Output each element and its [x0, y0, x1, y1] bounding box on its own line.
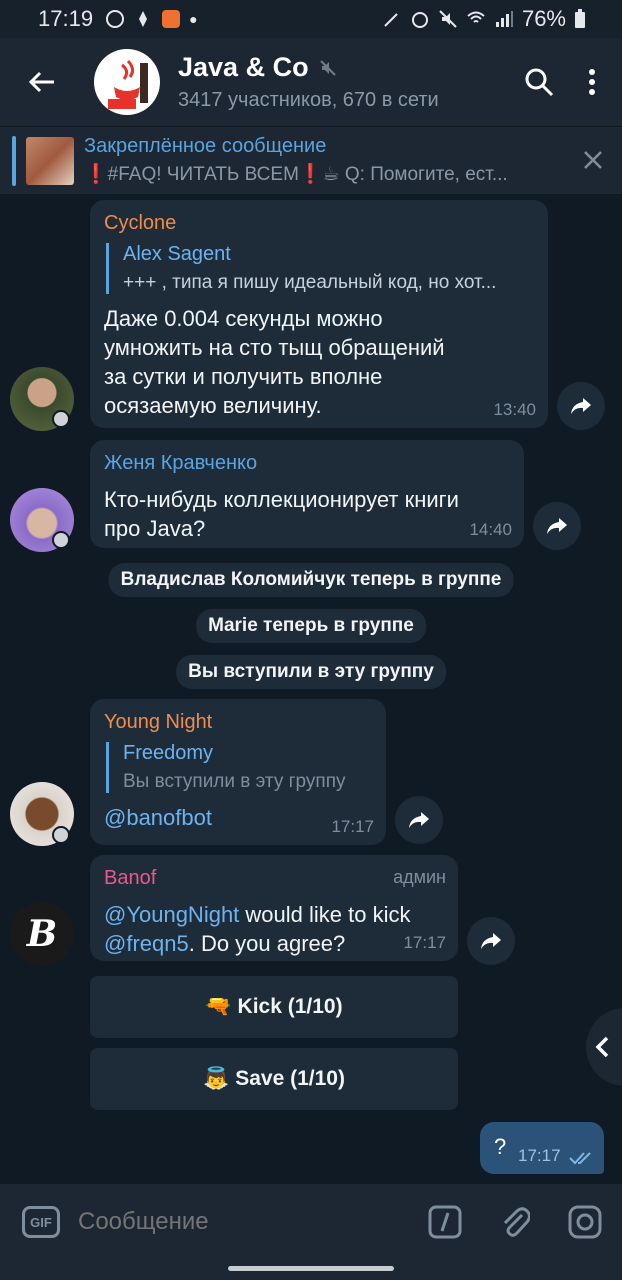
status-dot [52, 531, 70, 549]
status-time: 17:19 [38, 6, 94, 31]
close-icon[interactable] [580, 147, 606, 173]
message-input-bar: GIF [0, 1184, 622, 1260]
pinned-message-bar[interactable]: Закреплённое сообщение ❗#FAQ! ЧИТАТЬ ВСЕ… [0, 126, 622, 194]
chat-header: Java & Co 3417 участников, 670 в сети [0, 38, 622, 126]
forward-button[interactable] [533, 502, 581, 550]
mention-link[interactable]: @YoungNight [104, 902, 239, 927]
pinned-title: Закреплённое сообщение [84, 135, 327, 157]
side-panel-toggle[interactable] [586, 1008, 622, 1086]
message-bubble[interactable]: Женя Кравченко Кто-нибудь коллекционируе… [90, 440, 524, 548]
app-icon [162, 10, 181, 28]
chat-title[interactable]: Java & Co [178, 52, 309, 83]
message-text: ? [494, 1134, 507, 1159]
java-logo-icon [108, 59, 148, 109]
message-time: 14:40 [469, 520, 512, 539]
pin-indicator [12, 135, 16, 186]
system-navigation-bar [0, 1260, 622, 1280]
battery-icon [575, 9, 585, 28]
kick-button[interactable]: 🔫 Kick (1/10) [90, 976, 458, 1038]
attach-icon[interactable] [500, 1205, 530, 1239]
sender-name[interactable]: Женя Кравченко [104, 452, 510, 475]
notification-icon [139, 11, 148, 27]
share-icon [409, 812, 429, 828]
pinned-thumbnail [26, 136, 74, 185]
camera-icon[interactable] [568, 1205, 602, 1239]
double-check-icon [569, 1152, 591, 1165]
message-time: 17:17 [403, 933, 446, 952]
message-bubble[interactable]: Cyclone Alex Sagent +++ , типа я пишу ид… [90, 200, 548, 428]
water-gun-icon: 🔫 [205, 995, 232, 1018]
outgoing-message[interactable]: ? 17:17 [480, 1122, 604, 1174]
muted-icon [319, 59, 336, 76]
forward-button[interactable] [467, 917, 515, 965]
whatsapp-icon [106, 10, 125, 28]
message-bubble[interactable]: Young Night Freedomy Вы вступили в эту г… [90, 699, 386, 845]
service-message: Владислав Коломийчук теперь в группе [108, 563, 514, 597]
reply-text: +++ , типа я пишу идеальный код, но хот.… [123, 272, 497, 293]
message-text: @YoungNight would like to kick @freqn5. … [104, 902, 411, 956]
sender-name[interactable]: Cyclone [104, 212, 534, 235]
arrow-left-icon [28, 71, 54, 93]
chevron-left-icon [595, 1036, 609, 1058]
sender-name[interactable]: Young Night [104, 711, 372, 734]
alarm-icon [411, 12, 428, 28]
reply-quote[interactable]: Freedomy Вы вступили в эту группу [106, 742, 372, 793]
forward-button[interactable] [395, 796, 443, 844]
service-message: Вы вступили в эту группу [176, 655, 446, 689]
search-icon[interactable] [524, 67, 554, 97]
reply-author: Freedomy [123, 742, 214, 764]
command-icon[interactable] [428, 1205, 462, 1239]
share-icon [481, 933, 501, 949]
wifi-icon [467, 11, 485, 23]
message-time: 17:17 [331, 817, 374, 836]
message-text: Кто-нибудь коллекционирует книги про Jav… [104, 487, 459, 541]
gif-button[interactable]: GIF [22, 1206, 60, 1238]
pinned-preview: ❗#FAQ! ЧИТАТЬ ВСЕМ❗☕ Q: Помогите, ест... [84, 164, 508, 185]
save-button[interactable]: 👼 Save (1/10) [90, 1048, 458, 1110]
reply-text: Вы вступили в эту группу [123, 771, 346, 792]
mute-icon [439, 10, 457, 28]
reply-quote[interactable]: Alex Sagent +++ , типа я пишу идеальный … [106, 243, 534, 294]
message-text: Даже 0.004 секунды можно умножить на сто… [104, 306, 445, 418]
mention-link[interactable]: @freqn5 [104, 931, 189, 956]
signal-icon [495, 11, 513, 27]
message-time: 17:17 [518, 1146, 561, 1165]
banof-logo-icon: B [26, 913, 58, 955]
home-indicator[interactable] [228, 1266, 394, 1271]
share-icon [571, 398, 591, 414]
reply-author: Alex Sagent [123, 243, 231, 265]
group-avatar[interactable] [94, 49, 160, 115]
share-icon [547, 518, 567, 534]
angel-icon: 👼 [203, 1067, 230, 1090]
pen-icon [384, 13, 398, 27]
status-dot [52, 410, 70, 428]
more-vert-icon[interactable] [588, 68, 596, 96]
back-button[interactable] [22, 62, 62, 102]
service-message: Marie теперь в группе [196, 609, 426, 643]
message-bubble[interactable]: Banof админ @YoungNight would like to ki… [90, 855, 458, 961]
battery-percent: 76% [521, 6, 566, 31]
message-time: 13:40 [493, 400, 536, 419]
forward-button[interactable] [557, 382, 605, 430]
avatar-banof[interactable]: B [10, 902, 74, 966]
admin-badge: админ [393, 867, 446, 887]
chat-subtitle: 3417 участников, 670 в сети [178, 89, 439, 111]
status-dot [52, 826, 70, 844]
dot-icon: ● [189, 11, 198, 27]
message-input[interactable] [78, 1208, 398, 1236]
status-bar: 17:19 ● 76% [0, 0, 622, 38]
